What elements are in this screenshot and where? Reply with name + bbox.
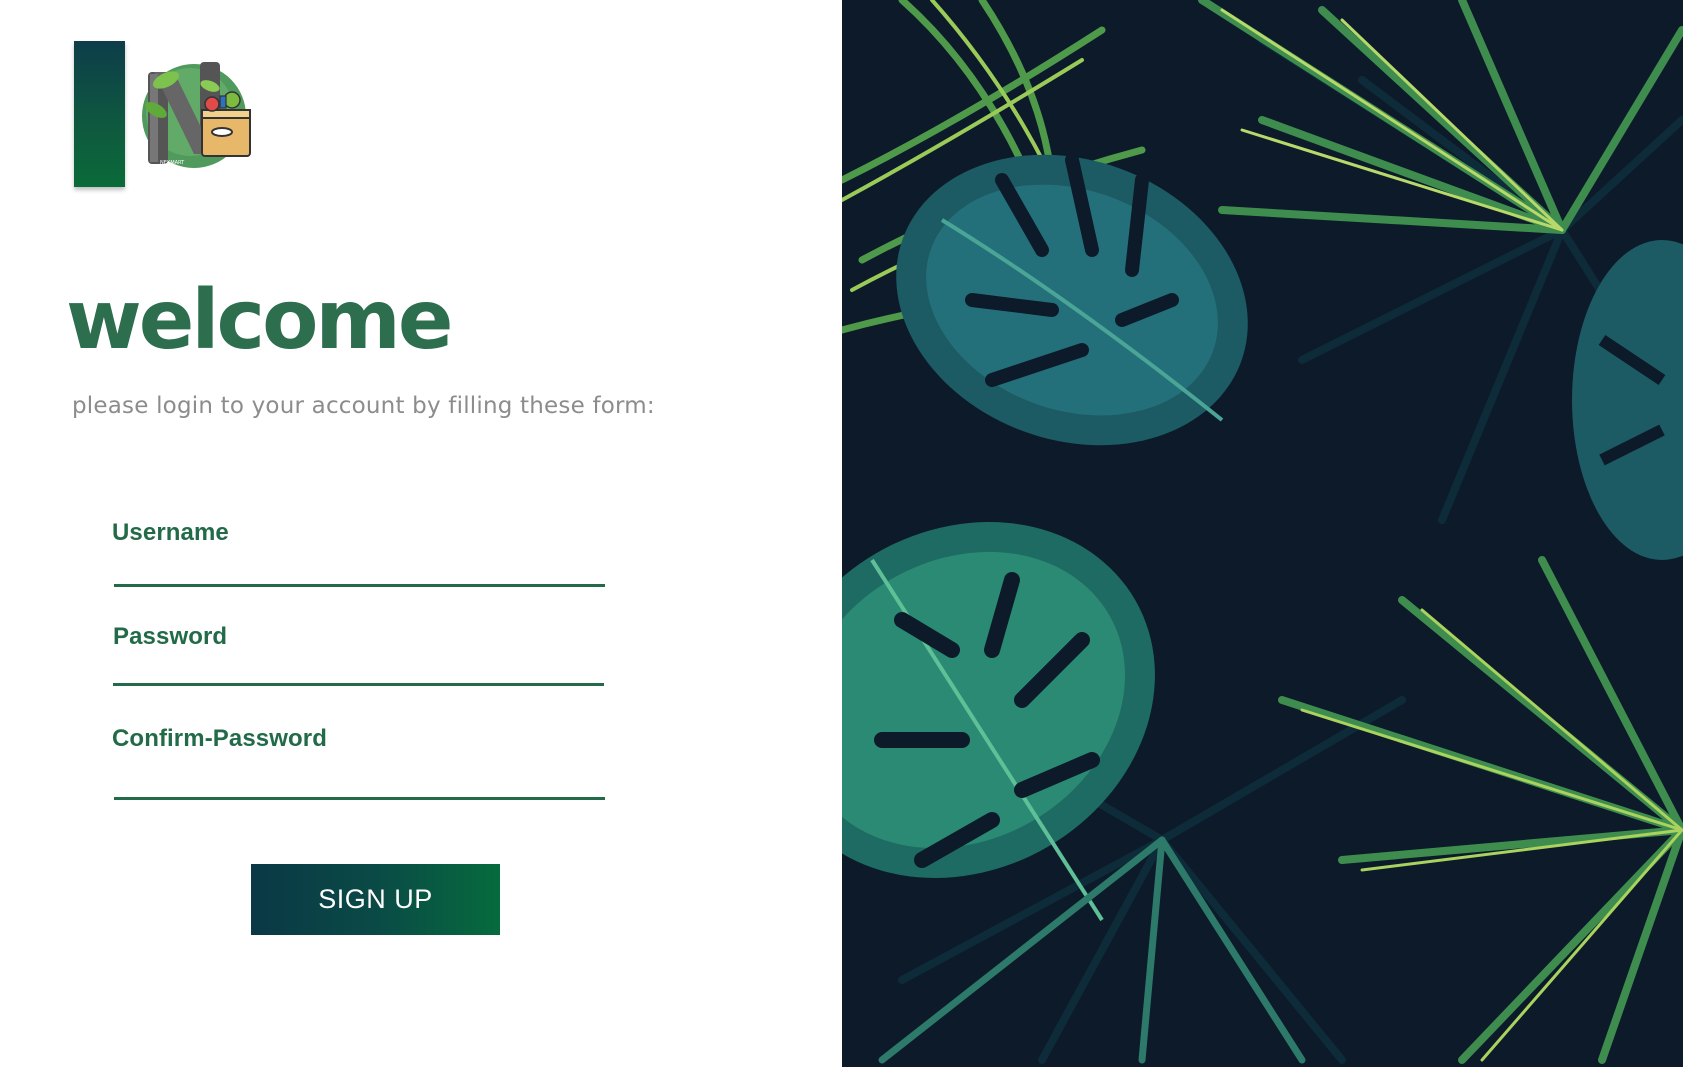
password-input[interactable] — [114, 648, 607, 684]
password-underline — [113, 683, 604, 686]
username-input[interactable] — [115, 550, 608, 586]
password-label: Password — [113, 623, 228, 650]
brand-caption: NEXMART — [160, 160, 185, 166]
username-underline — [114, 584, 605, 587]
brand-bar — [74, 41, 125, 187]
confirm-password-underline — [114, 797, 605, 800]
confirm-password-input[interactable] — [115, 762, 608, 798]
tropical-leaves-illustration — [842, 0, 1683, 1067]
confirm-password-label: Confirm-Password — [112, 725, 327, 752]
username-label: Username — [112, 519, 229, 546]
page-subtitle: please login to your account by filling … — [72, 393, 655, 419]
signup-panel: NEXMART welcome please login to your acc… — [0, 0, 842, 1067]
page-title: welcome — [66, 273, 453, 368]
brand-logo: NEXMART — [140, 58, 268, 178]
signup-button[interactable]: SIGN UP — [251, 864, 500, 935]
